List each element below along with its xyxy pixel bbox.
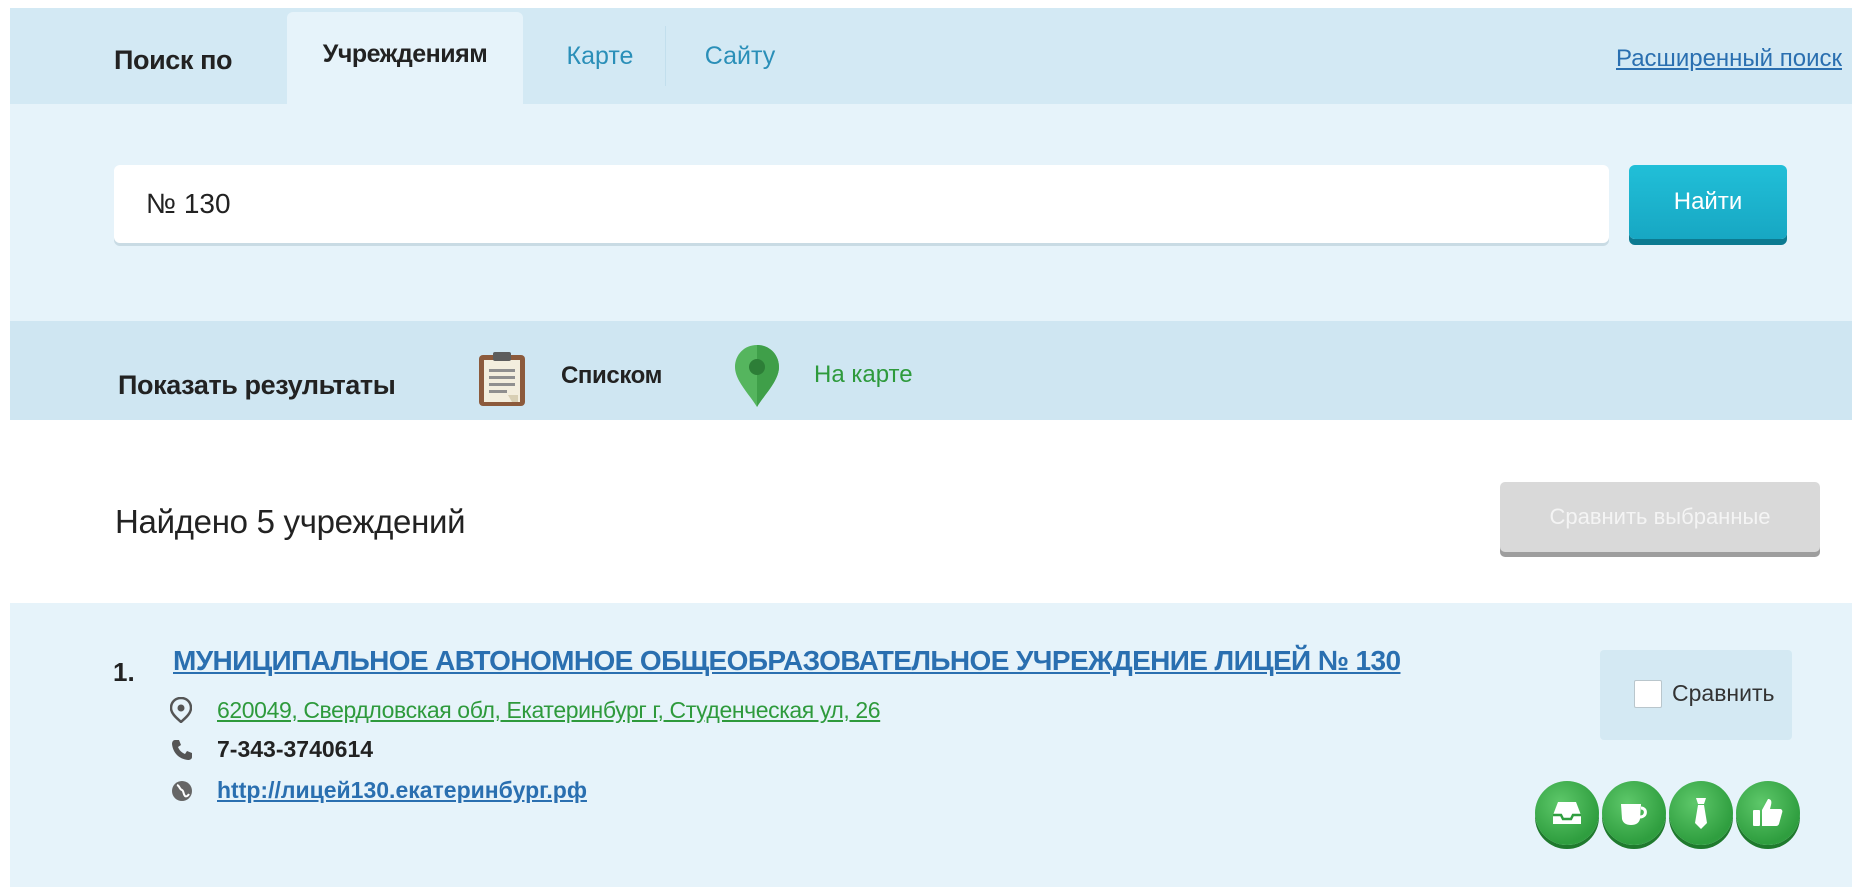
cup-icon[interactable]: [1602, 781, 1666, 845]
clipboard-list-icon[interactable]: [478, 351, 526, 407]
search-input[interactable]: [114, 165, 1609, 243]
thumbs-up-icon[interactable]: [1736, 781, 1800, 845]
result-number: 1.: [113, 657, 135, 687]
globe-icon: [172, 781, 192, 801]
find-button[interactable]: Найти: [1629, 165, 1787, 239]
inbox-icon[interactable]: [1535, 781, 1599, 845]
map-pin-icon[interactable]: [733, 343, 781, 409]
tab-divider: [665, 26, 666, 86]
search-by-label: Поиск по: [114, 45, 233, 75]
result-phone: 7-343-3740614: [217, 736, 374, 762]
show-results-label: Показать результаты: [118, 370, 396, 400]
advanced-search-link[interactable]: Расширенный поиск: [1616, 45, 1842, 73]
tab-institutions[interactable]: Учреждениям: [287, 12, 523, 104]
compare-selected-button[interactable]: Сравнить выбранные: [1500, 482, 1820, 552]
view-mode-bar: Показать результаты Списком На карте: [10, 321, 1852, 420]
search-panel: Поиск по Учреждениям Карте Сайту Расшире…: [10, 8, 1852, 321]
result-title-link[interactable]: МУНИЦИПАЛЬНОЕ АВТОНОМНОЕ ОБЩЕОБРАЗОВАТЕЛ…: [173, 645, 1401, 677]
tie-icon[interactable]: [1669, 781, 1733, 845]
tab-site[interactable]: Сайту: [700, 8, 780, 104]
page: Поиск по Учреждениям Карте Сайту Расшире…: [0, 0, 1852, 887]
result-website-link[interactable]: http://лицей130.екатеринбург.рф: [217, 777, 587, 804]
search-tabbar: Поиск по Учреждениям Карте Сайту Расшире…: [10, 8, 1852, 104]
results-count: Найдено 5 учреждений: [115, 503, 466, 540]
location-pin-icon: [170, 697, 192, 723]
result-item: 1. МУНИЦИПАЛЬНОЕ АВТОНОМНОЕ ОБЩЕОБРАЗОВА…: [10, 603, 1852, 887]
view-list-option[interactable]: Списком: [561, 362, 662, 390]
compare-toggle[interactable]: Сравнить: [1600, 650, 1792, 740]
compare-checkbox[interactable]: [1634, 680, 1662, 708]
tab-map[interactable]: Карте: [562, 8, 638, 104]
phone-icon: [172, 740, 192, 760]
result-address-link[interactable]: 620049, Свердловская обл, Екатеринбург г…: [217, 697, 881, 724]
compare-label: Сравнить: [1672, 680, 1775, 706]
view-map-option[interactable]: На карте: [814, 361, 913, 389]
